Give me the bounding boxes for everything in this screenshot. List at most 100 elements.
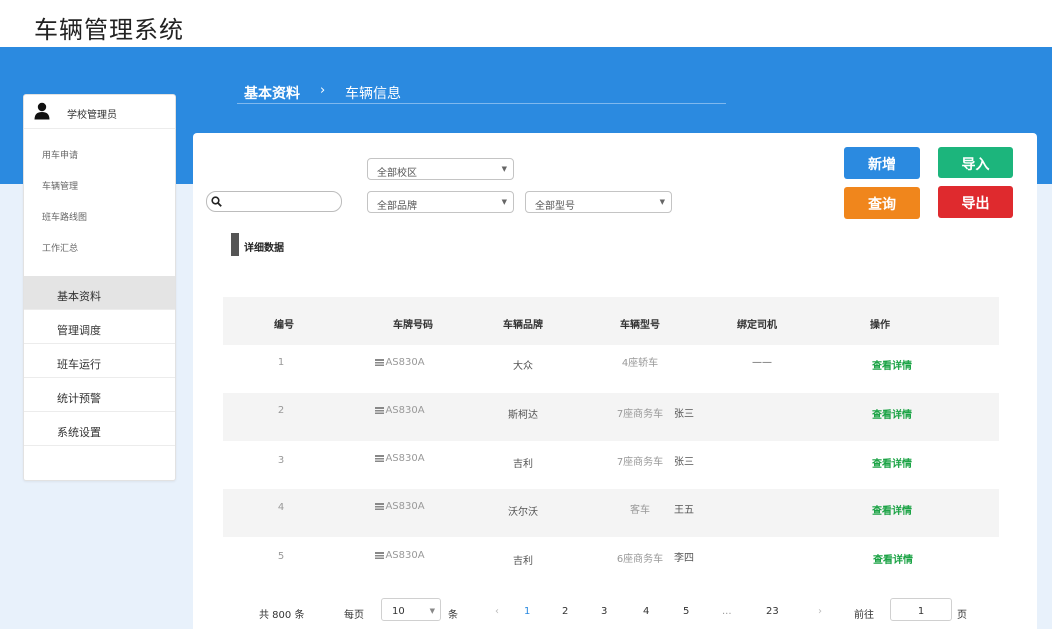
app-header: 车辆管理系统 [0, 0, 1052, 47]
table-row: 3 AS830A 吉利 7座商务车 张三 查看详情 [223, 441, 999, 489]
sidebar-item-statistics-alert[interactable]: 统计预警 [24, 378, 175, 412]
sidebar-item-shuttle-operation[interactable]: 班车运行 [24, 344, 175, 378]
page-3[interactable]: 3 [601, 606, 607, 617]
view-details-link[interactable]: 查看详情 [842, 406, 942, 421]
model-select[interactable]: 全部型号 ▼ [525, 191, 672, 213]
sidebar-item-label: 系统设置 [57, 426, 101, 439]
page-5[interactable]: 5 [683, 606, 689, 617]
cell-driver: 李四 [674, 553, 694, 564]
sidebar-link-vehicle-request[interactable]: 用车申请 [42, 148, 78, 161]
query-button-label: 查询 [868, 197, 896, 213]
cell-plate: AS830A [350, 550, 450, 561]
cell-id: 4 [277, 502, 285, 513]
goto-label: 前往 [854, 610, 874, 621]
add-button-label: 新增 [868, 157, 896, 173]
chevron-down-icon: ▼ [659, 198, 665, 206]
cell-brand: 沃尔沃 [508, 507, 538, 518]
view-details-link[interactable]: 查看详情 [843, 551, 943, 566]
brand-select-value: 全部品牌 [377, 201, 417, 212]
next-page-icon[interactable]: › [818, 606, 822, 617]
page-unit: 页 [957, 610, 967, 621]
query-button[interactable]: 查询 [844, 187, 920, 219]
sidebar-item-dispatch[interactable]: 管理调度 [24, 310, 175, 344]
chevron-down-icon: ▼ [501, 165, 507, 173]
cell-plate-text: AS830A [385, 501, 425, 512]
page-1[interactable]: 1 [524, 606, 530, 617]
sidebar-item-label: 基本资料 [57, 290, 101, 303]
cell-plate: AS830A [350, 405, 450, 416]
section-title: 详细数据 [244, 243, 284, 254]
section-marker [231, 233, 239, 256]
goto-page-input[interactable]: 1 [890, 598, 952, 621]
page-2[interactable]: 2 [562, 606, 568, 617]
cell-plate-text: AS830A [385, 357, 425, 368]
table-row: 1 AS830A 大众 4座轿车 —— 查看详情 [223, 345, 999, 393]
cell-plate: AS830A [350, 501, 450, 512]
chevron-down-icon: ▼ [501, 198, 507, 206]
cell-plate-text: AS830A [385, 453, 425, 464]
cell-driver: —— [752, 357, 772, 368]
sidebar-item-system-settings[interactable]: 系统设置 [24, 412, 175, 446]
sidebar-item-label: 管理调度 [57, 324, 101, 337]
cell-brand: 斯柯达 [508, 410, 538, 421]
table-row: 5 AS830A 吉利 6座商务车 李四 查看详情 [223, 537, 999, 585]
page-4[interactable]: 4 [643, 606, 649, 617]
breadcrumb-item-vehicle-info: 车辆信息 [345, 86, 401, 102]
per-page-value: 10 [392, 606, 405, 617]
campus-select[interactable]: 全部校区 ▼ [367, 158, 514, 180]
cell-brand: 吉利 [513, 556, 533, 567]
car-icon [375, 359, 385, 366]
car-icon [375, 503, 385, 510]
user-icon [34, 102, 50, 120]
column-header-id: 编号 [274, 320, 294, 331]
sidebar-link-shuttle-route-map[interactable]: 班车路线图 [42, 210, 87, 223]
cell-plate: AS830A [350, 453, 450, 464]
cell-plate: AS830A [350, 357, 450, 368]
cell-driver: 张三 [674, 457, 694, 468]
cell-brand: 吉利 [513, 459, 533, 470]
user-name: 学校管理员 [67, 110, 117, 121]
column-header-action: 操作 [870, 320, 890, 331]
app-title: 车辆管理系统 [34, 16, 184, 44]
breadcrumb-item-basic-info[interactable]: 基本资料 [244, 83, 300, 103]
table-row: 2 AS830A 斯柯达 7座商务车 张三 查看详情 [223, 393, 999, 441]
add-button[interactable]: 新增 [844, 147, 920, 179]
cell-id: 1 [277, 357, 285, 368]
car-icon [375, 552, 385, 559]
search-input[interactable] [206, 191, 342, 212]
pagination: 共 800 条 每页 10 ▼ 条 ‹ 1 2 3 4 5 ... 23 › 前… [0, 598, 1052, 626]
sidebar-item-label: 统计预警 [57, 392, 101, 405]
import-button-label: 导入 [961, 157, 990, 173]
sidebar-link-vehicle-management[interactable]: 车辆管理 [42, 179, 78, 192]
export-button-label: 导出 [961, 196, 990, 212]
cell-plate-text: AS830A [385, 405, 425, 416]
breadcrumb: 基本资料 › 车辆信息 [237, 82, 726, 104]
page-23[interactable]: 23 [766, 606, 779, 617]
cell-id: 3 [277, 455, 285, 466]
view-details-link[interactable]: 查看详情 [842, 502, 942, 517]
cell-driver: 张三 [674, 409, 694, 420]
chevron-down-icon: ▼ [429, 607, 435, 615]
car-icon [375, 455, 385, 462]
cell-id: 2 [277, 405, 285, 416]
page-ellipsis[interactable]: ... [722, 606, 732, 617]
prev-page-icon[interactable]: ‹ [495, 606, 499, 617]
sidebar-user[interactable]: 学校管理员 [24, 95, 175, 129]
column-header-brand: 车辆品牌 [503, 320, 543, 331]
cell-brand: 大众 [513, 361, 533, 372]
import-button[interactable]: 导入 [938, 147, 1013, 178]
view-details-link[interactable]: 查看详情 [842, 455, 942, 470]
export-button[interactable]: 导出 [938, 186, 1013, 218]
table-header: 编号 车牌号码 车辆品牌 车辆型号 绑定司机 操作 [223, 297, 999, 345]
sidebar-link-work-summary[interactable]: 工作汇总 [42, 241, 78, 254]
column-header-model: 车辆型号 [620, 320, 660, 331]
table-row: 4 AS830A 沃尔沃 客车 王五 查看详情 [223, 489, 999, 537]
sidebar-item-basic-info[interactable]: 基本资料 [24, 276, 175, 310]
total-count: 共 800 条 [259, 610, 305, 621]
brand-select[interactable]: 全部品牌 ▼ [367, 191, 514, 213]
campus-select-value: 全部校区 [377, 168, 417, 179]
model-select-value: 全部型号 [535, 201, 575, 212]
cell-model: 4座轿车 [621, 358, 659, 369]
per-page-select[interactable]: 10 ▼ [381, 598, 441, 621]
view-details-link[interactable]: 查看详情 [842, 357, 942, 372]
